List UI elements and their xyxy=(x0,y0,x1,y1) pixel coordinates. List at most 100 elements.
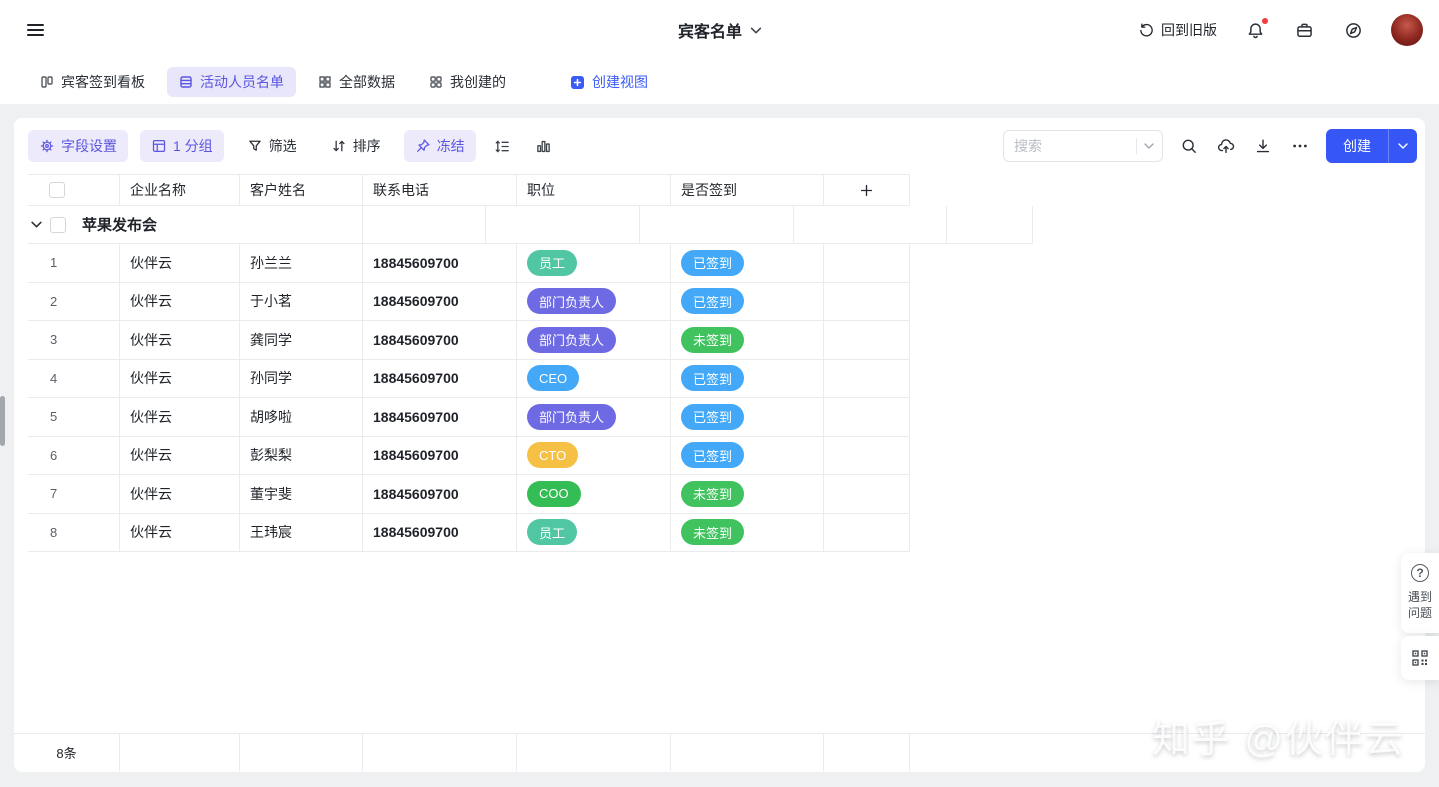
row-height-button[interactable] xyxy=(488,130,517,162)
collapse-group-icon[interactable] xyxy=(31,221,50,228)
cell-phone[interactable]: 18845609700 xyxy=(363,282,517,321)
signin-tag[interactable]: 未签到 xyxy=(681,519,745,546)
cell-name[interactable]: 龚同学 xyxy=(240,321,363,360)
cell-position[interactable]: COO xyxy=(517,475,671,514)
cell-position[interactable]: CEO xyxy=(517,359,671,398)
create-view-button[interactable]: 创建视图 xyxy=(558,67,660,97)
qr-code-button[interactable] xyxy=(1401,636,1439,680)
freeze-button[interactable]: 冻结 xyxy=(403,130,476,162)
tab-all-data[interactable]: 全部数据 xyxy=(306,67,407,97)
cell-phone[interactable]: 18845609700 xyxy=(363,359,517,398)
search-box[interactable] xyxy=(1003,130,1163,162)
vertical-scrollbar[interactable] xyxy=(0,396,5,446)
cell-position[interactable]: 部门负责人 xyxy=(517,282,671,321)
share-upload-button[interactable] xyxy=(1215,135,1237,157)
cell-company[interactable]: 伙伴云 xyxy=(120,359,240,398)
position-tag[interactable]: CEO xyxy=(527,365,580,392)
sort-button[interactable]: 排序 xyxy=(320,130,392,162)
cell-position[interactable]: 部门负责人 xyxy=(517,398,671,437)
column-header-company[interactable]: 企业名称 xyxy=(120,174,240,206)
cell-name[interactable]: 王玮宸 xyxy=(240,513,363,552)
filter-button[interactable]: 筛选 xyxy=(236,130,308,162)
cell-phone[interactable]: 18845609700 xyxy=(363,436,517,475)
table-row[interactable]: 8 伙伴云 王玮宸 18845609700 员工 未签到 xyxy=(28,513,910,552)
cell-signin[interactable]: 已签到 xyxy=(671,282,824,321)
search-button[interactable] xyxy=(1178,135,1200,157)
signin-tag[interactable]: 未签到 xyxy=(681,326,745,353)
cell-name[interactable]: 孙兰兰 xyxy=(240,244,363,283)
position-tag[interactable]: 员工 xyxy=(527,249,578,276)
page-title-dropdown[interactable]: 宾客名单 xyxy=(678,0,761,60)
cell-phone[interactable]: 18845609700 xyxy=(363,398,517,437)
column-header-phone[interactable]: 联系电话 xyxy=(363,174,517,206)
position-tag[interactable]: 部门负责人 xyxy=(527,326,617,353)
cell-company[interactable]: 伙伴云 xyxy=(120,475,240,514)
tab-guest-signin-board[interactable]: 宾客签到看板 xyxy=(28,67,157,97)
column-header-signin[interactable]: 是否签到 xyxy=(671,174,824,206)
cell-company[interactable]: 伙伴云 xyxy=(120,244,240,283)
cell-signin[interactable]: 已签到 xyxy=(671,359,824,398)
table-row[interactable]: 7 伙伴云 董宇斐 18845609700 COO 未签到 xyxy=(28,475,910,514)
table-row[interactable]: 4 伙伴云 孙同学 18845609700 CEO 已签到 xyxy=(28,359,910,398)
cell-signin[interactable]: 未签到 xyxy=(671,321,824,360)
cell-position[interactable]: 员工 xyxy=(517,513,671,552)
workspace-button[interactable] xyxy=(1293,19,1315,41)
position-tag[interactable]: 员工 xyxy=(527,519,578,546)
column-header-position[interactable]: 职位 xyxy=(517,174,671,206)
cell-position[interactable]: 员工 xyxy=(517,244,671,283)
position-tag[interactable]: 部门负责人 xyxy=(527,403,617,430)
signin-tag[interactable]: 已签到 xyxy=(681,288,745,315)
chevron-down-icon[interactable] xyxy=(1144,143,1154,149)
cell-phone[interactable]: 18845609700 xyxy=(363,321,517,360)
back-to-old-version-button[interactable]: 回到旧版 xyxy=(1138,20,1217,40)
cell-name[interactable]: 彭梨梨 xyxy=(240,436,363,475)
cell-name[interactable]: 孙同学 xyxy=(240,359,363,398)
create-dropdown-button[interactable] xyxy=(1389,129,1417,163)
help-panel[interactable]: ? 遇到问题 xyxy=(1401,553,1439,633)
cell-name[interactable]: 董宇斐 xyxy=(240,475,363,514)
cell-signin[interactable]: 未签到 xyxy=(671,475,824,514)
group-button[interactable]: 1 分组 xyxy=(140,130,224,162)
avatar[interactable] xyxy=(1391,14,1423,46)
tab-created-by-me[interactable]: 我创建的 xyxy=(417,67,518,97)
search-input[interactable] xyxy=(1014,138,1129,154)
cell-signin[interactable]: 未签到 xyxy=(671,513,824,552)
table-row[interactable]: 1 伙伴云 孙兰兰 18845609700 员工 已签到 xyxy=(28,244,910,283)
cell-name[interactable]: 胡哆啦 xyxy=(240,398,363,437)
signin-tag[interactable]: 已签到 xyxy=(681,442,745,469)
select-all-checkbox[interactable] xyxy=(49,182,65,198)
more-button[interactable] xyxy=(1289,135,1311,157)
position-tag[interactable]: 部门负责人 xyxy=(527,288,617,315)
chart-button[interactable] xyxy=(529,130,558,162)
menu-icon[interactable] xyxy=(27,22,44,38)
cell-company[interactable]: 伙伴云 xyxy=(120,436,240,475)
column-header-name[interactable]: 客户姓名 xyxy=(240,174,363,206)
add-column-button[interactable] xyxy=(824,174,910,206)
table-row[interactable]: 6 伙伴云 彭梨梨 18845609700 CTO 已签到 xyxy=(28,436,910,475)
position-tag[interactable]: CTO xyxy=(527,442,579,469)
cell-company[interactable]: 伙伴云 xyxy=(120,513,240,552)
cell-phone[interactable]: 18845609700 xyxy=(363,475,517,514)
notifications-button[interactable] xyxy=(1244,18,1268,41)
cell-signin[interactable]: 已签到 xyxy=(671,398,824,437)
cell-signin[interactable]: 已签到 xyxy=(671,244,824,283)
cell-company[interactable]: 伙伴云 xyxy=(120,282,240,321)
signin-tag[interactable]: 已签到 xyxy=(681,249,745,276)
table-row[interactable]: 5 伙伴云 胡哆啦 18845609700 部门负责人 已签到 xyxy=(28,398,910,437)
tab-activity-staff-list[interactable]: 活动人员名单 xyxy=(167,67,296,97)
download-button[interactable] xyxy=(1252,135,1274,157)
cell-position[interactable]: CTO xyxy=(517,436,671,475)
signin-tag[interactable]: 已签到 xyxy=(681,365,745,392)
field-settings-button[interactable]: 字段设置 xyxy=(28,130,128,162)
cell-phone[interactable]: 18845609700 xyxy=(363,244,517,283)
table-row[interactable]: 2 伙伴云 于小茗 18845609700 部门负责人 已签到 xyxy=(28,282,910,321)
signin-tag[interactable]: 已签到 xyxy=(681,403,745,430)
group-checkbox[interactable] xyxy=(50,216,66,233)
create-button[interactable]: 创建 xyxy=(1326,129,1417,163)
position-tag[interactable]: COO xyxy=(527,480,581,507)
group-row[interactable]: 苹果发布会 xyxy=(28,206,1033,244)
table-row[interactable]: 3 伙伴云 龚同学 18845609700 部门负责人 未签到 xyxy=(28,321,910,360)
signin-tag[interactable]: 未签到 xyxy=(681,480,745,507)
cell-phone[interactable]: 18845609700 xyxy=(363,513,517,552)
cell-company[interactable]: 伙伴云 xyxy=(120,321,240,360)
